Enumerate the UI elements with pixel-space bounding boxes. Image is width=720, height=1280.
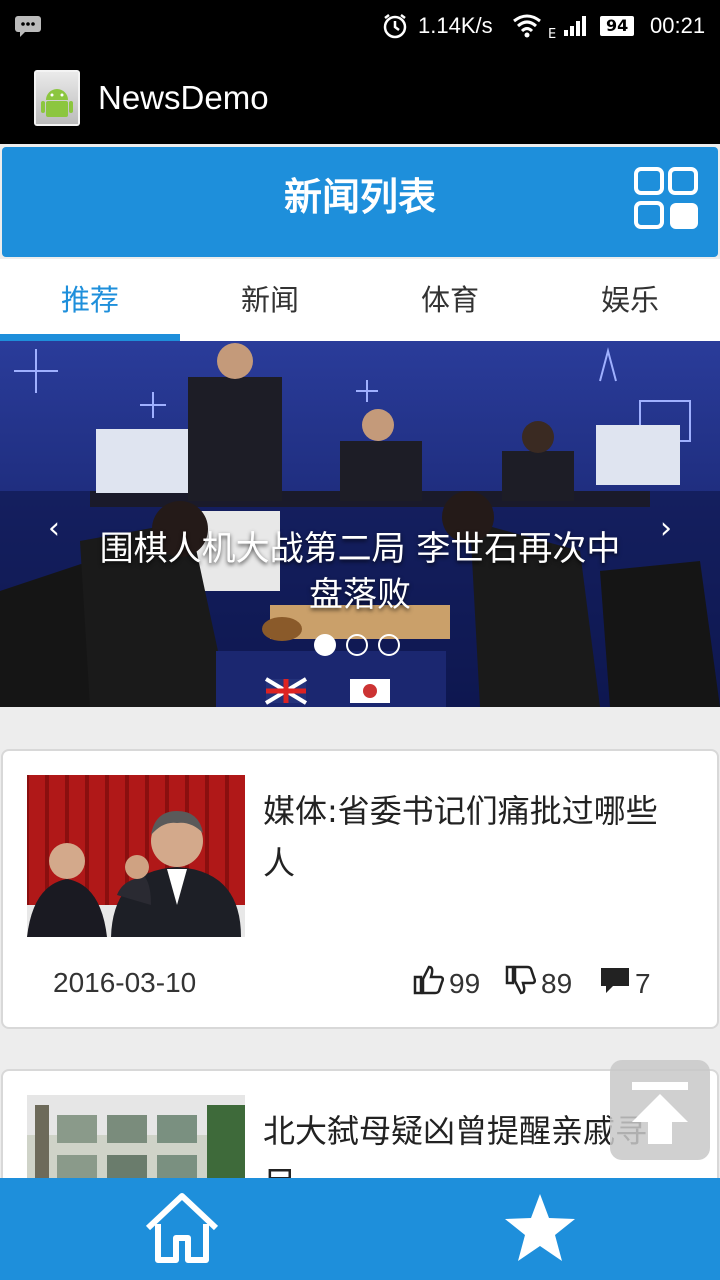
news-thumbnail bbox=[27, 775, 245, 937]
tab-news[interactable]: 新闻 bbox=[180, 259, 360, 341]
tab-sports[interactable]: 体育 bbox=[360, 259, 540, 341]
tab-indicator bbox=[0, 334, 180, 341]
signal-icon bbox=[562, 0, 590, 52]
tab-recommend[interactable]: 推荐 bbox=[0, 259, 180, 341]
pagination-dot[interactable] bbox=[346, 634, 368, 656]
app-bar: NewsDemo bbox=[0, 52, 720, 144]
grid-menu-icon[interactable] bbox=[632, 166, 702, 232]
home-icon[interactable] bbox=[142, 1188, 222, 1268]
android-logo-icon bbox=[34, 70, 80, 126]
back-to-top-button[interactable] bbox=[610, 1060, 710, 1160]
thumbs-up-icon bbox=[413, 965, 449, 1002]
alarm-icon bbox=[382, 0, 408, 52]
banner-caption: 围棋人机大战第二局 李世石再次中盘落败 bbox=[99, 529, 621, 615]
bottom-navigation bbox=[0, 1178, 720, 1280]
status-bar: 1.14K/s E 94 00:21 bbox=[0, 0, 720, 52]
pagination-dot[interactable] bbox=[378, 634, 400, 656]
thumbs-down-icon bbox=[505, 965, 541, 1002]
category-tabs: 推荐 新闻 体育 娱乐 bbox=[0, 259, 720, 341]
banner-pagination bbox=[314, 634, 400, 656]
header-bar: 新闻列表 bbox=[2, 147, 718, 257]
arrow-up-icon bbox=[632, 1082, 688, 1144]
comment-count-value: 7 bbox=[635, 967, 651, 999]
network-speed: 1.14K/s bbox=[418, 13, 493, 38]
like-count-value: 99 bbox=[449, 967, 481, 999]
message-icon bbox=[14, 0, 42, 52]
pagination-dot[interactable] bbox=[314, 634, 336, 656]
dislike-count[interactable]: 89 bbox=[505, 965, 572, 1002]
tab-entertainment[interactable]: 娱乐 bbox=[540, 259, 720, 341]
banner-next-arrow[interactable]: › bbox=[660, 511, 672, 546]
dislike-count-value: 89 bbox=[541, 967, 573, 999]
comment-count[interactable]: 7 bbox=[599, 965, 651, 1002]
wifi-icon bbox=[512, 0, 542, 52]
app-title: NewsDemo bbox=[98, 79, 269, 116]
news-title: 媒体:省委书记们痛批过哪些人 bbox=[263, 792, 658, 882]
battery-indicator: 94 bbox=[600, 0, 635, 52]
news-card[interactable]: 媒体:省委书记们痛批过哪些人 2016-03-10 99 89 7 bbox=[1, 749, 719, 1029]
header-title: 新闻列表 bbox=[283, 175, 436, 219]
like-count[interactable]: 99 bbox=[413, 965, 480, 1002]
banner-prev-arrow[interactable]: ‹ bbox=[48, 511, 60, 546]
news-date: 2016-03-10 bbox=[53, 967, 197, 998]
status-time: 00:21 bbox=[650, 13, 706, 38]
comment-icon bbox=[599, 965, 635, 1002]
star-icon[interactable] bbox=[500, 1188, 580, 1268]
